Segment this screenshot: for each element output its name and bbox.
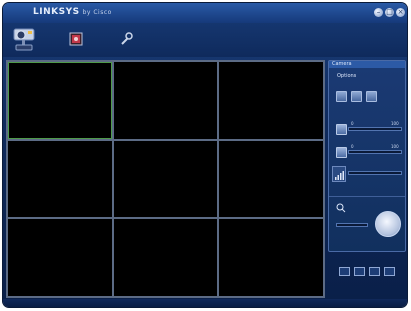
signal-button[interactable] xyxy=(332,166,346,182)
video-cell[interactable] xyxy=(8,219,112,296)
close-button[interactable]: × xyxy=(396,8,405,17)
minimize-button[interactable]: – xyxy=(374,8,383,17)
layout-2x2-button[interactable] xyxy=(354,267,365,276)
slider2-max: 100 xyxy=(391,144,399,149)
pan-stop-button[interactable] xyxy=(351,91,362,102)
layout-4x4-button[interactable] xyxy=(384,267,395,276)
video-cell[interactable] xyxy=(219,62,323,139)
contrast-button[interactable] xyxy=(336,147,347,158)
title-bar: LINKSYS by Cisco – □ × xyxy=(3,3,407,23)
maximize-button[interactable]: □ xyxy=(385,8,394,17)
brand-logo: LINKSYS by Cisco xyxy=(33,7,112,17)
app-window: LINKSYS by Cisco – □ × Camera Options 0 … xyxy=(3,3,407,307)
settings-tool[interactable] xyxy=(119,31,133,50)
brightness-button[interactable] xyxy=(336,124,347,135)
signal-bars-icon xyxy=(335,171,344,180)
playback-tool[interactable] xyxy=(69,31,83,50)
panel-header: Camera xyxy=(329,61,405,68)
video-grid xyxy=(6,60,325,298)
video-cell[interactable] xyxy=(113,140,218,218)
layout-3x3-button[interactable] xyxy=(369,267,380,276)
wrench-icon xyxy=(121,32,133,45)
video-cell[interactable] xyxy=(113,62,218,139)
pan-right-button[interactable] xyxy=(366,91,377,102)
layout-1x1-button[interactable] xyxy=(339,267,350,276)
volume-slider[interactable] xyxy=(348,171,402,175)
section-label: Options xyxy=(337,73,357,79)
control-panel: Camera Options 0 100 0 100 xyxy=(328,60,406,252)
film-icon xyxy=(69,32,83,46)
video-cell[interactable] xyxy=(8,62,112,139)
video-cell[interactable] xyxy=(219,140,323,218)
slider1-max: 100 xyxy=(391,121,399,126)
brand-name: LINKSYS xyxy=(33,7,80,17)
toolbar xyxy=(3,23,407,57)
pan-left-button[interactable] xyxy=(336,91,347,102)
slider2-min: 0 xyxy=(351,144,354,149)
slider1-min: 0 xyxy=(351,121,354,126)
zoom-icon[interactable] xyxy=(336,203,346,213)
video-cell[interactable] xyxy=(113,219,218,296)
contrast-slider[interactable] xyxy=(348,150,402,154)
camera-view-tool[interactable] xyxy=(12,25,38,57)
status-strip xyxy=(3,299,407,307)
ptz-joystick[interactable] xyxy=(375,211,401,237)
brand-subtitle: by Cisco xyxy=(82,9,112,16)
video-cell[interactable] xyxy=(219,219,323,296)
lens-controls xyxy=(329,196,405,252)
video-cell[interactable] xyxy=(8,140,112,218)
zoom-slider[interactable] xyxy=(336,223,368,227)
brightness-slider[interactable] xyxy=(348,127,402,131)
camera-icon xyxy=(13,28,35,51)
